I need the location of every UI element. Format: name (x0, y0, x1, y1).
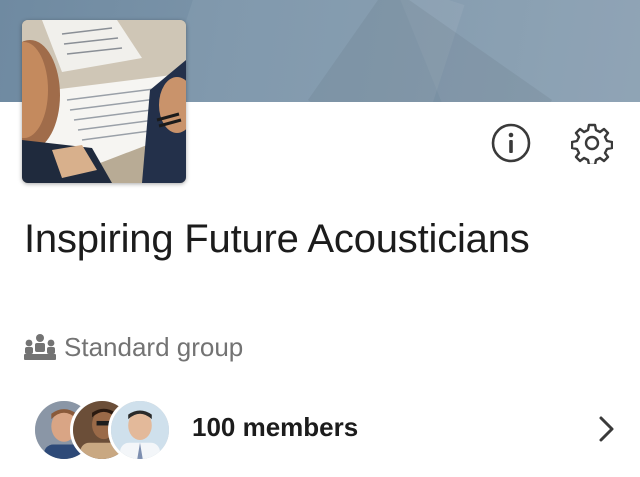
group-type-label: Standard group (64, 331, 244, 362)
group-page: Inspiring Future Acousticians Standard g… (0, 0, 640, 477)
group-title: Inspiring Future Acousticians (24, 217, 530, 261)
people-group-icon (24, 334, 56, 360)
group-photo[interactable] (22, 20, 186, 183)
member-avatars (32, 396, 182, 464)
gear-icon (571, 123, 613, 164)
members-row[interactable]: 100 members (0, 394, 640, 466)
chevron-right-icon (599, 416, 614, 442)
info-button[interactable] (489, 121, 533, 165)
member-avatar (108, 398, 172, 462)
info-icon (491, 123, 531, 163)
settings-button[interactable] (570, 121, 614, 165)
group-type: Standard group (24, 330, 243, 364)
members-count: 100 members (192, 412, 359, 442)
